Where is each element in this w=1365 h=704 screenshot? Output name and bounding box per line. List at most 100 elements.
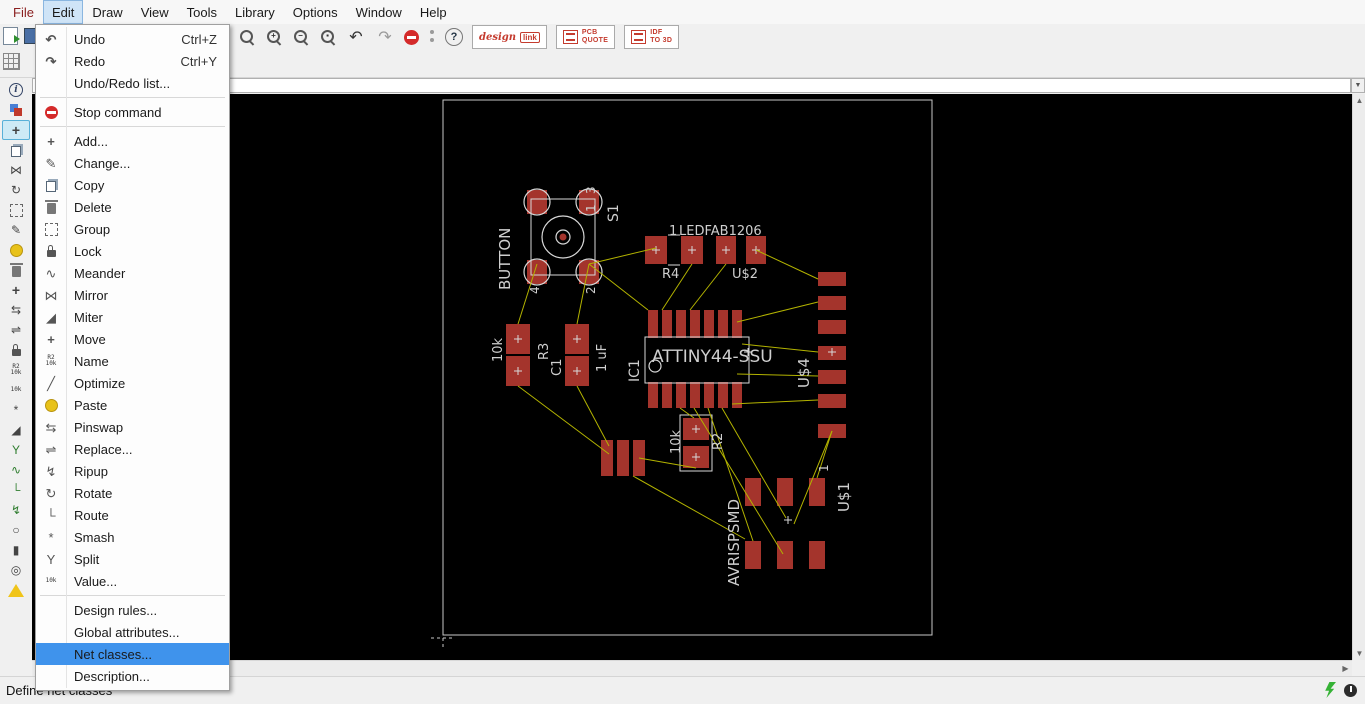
menubar-tools[interactable]: Tools xyxy=(178,0,226,24)
menu-item-mirror[interactable]: ⋈ Mirror xyxy=(36,284,229,306)
vertical-scrollbar[interactable]: ▲ ▼ xyxy=(1352,94,1365,660)
pcb-pad xyxy=(818,320,846,334)
menu-item-rotate[interactable]: ↻ Rotate xyxy=(36,482,229,504)
replace-tool[interactable]: ⇌ xyxy=(2,320,30,340)
redo-icon[interactable]: ↷ xyxy=(375,27,395,47)
menu-item-ripup[interactable]: ↯ Ripup xyxy=(36,460,229,482)
ripup-tool[interactable]: ↯ xyxy=(2,500,30,520)
menu-item-global-attributes[interactable]: Global attributes... xyxy=(36,621,229,643)
menu-item-label: Smash xyxy=(74,529,115,545)
pcb-quote-button-label-top: PCB xyxy=(581,29,598,36)
menubar-help[interactable]: Help xyxy=(411,0,456,24)
add-tool[interactable]: + xyxy=(2,280,30,300)
rotate-tool[interactable]: ↻ xyxy=(2,180,30,200)
scroll-right-icon[interactable]: ▶ xyxy=(1339,662,1352,675)
circle-tool[interactable]: ○ xyxy=(2,520,30,540)
menu-item-lock[interactable]: Lock xyxy=(36,240,229,262)
menubar-window[interactable]: Window xyxy=(347,0,411,24)
menu-icon-cell xyxy=(36,222,66,236)
move-tool[interactable]: + xyxy=(2,120,30,140)
pcb-label: U$1 xyxy=(835,482,853,512)
paste-tool[interactable] xyxy=(2,240,30,260)
more-dots-icon[interactable] xyxy=(428,29,436,45)
pcb-label: R2 xyxy=(711,433,726,450)
menu-item-move[interactable]: + Move xyxy=(36,328,229,350)
miter-tool[interactable]: ◢ xyxy=(2,420,30,440)
menu-item-optimize[interactable]: ╱ Optimize xyxy=(36,372,229,394)
split-tool[interactable]: Y xyxy=(2,440,30,460)
pcb-pad xyxy=(818,394,846,408)
scroll-down-icon[interactable]: ▼ xyxy=(1353,647,1365,660)
grid-icon[interactable] xyxy=(3,53,20,70)
scroll-up-icon[interactable]: ▲ xyxy=(1353,94,1365,107)
menubar-draw[interactable]: Draw xyxy=(83,0,131,24)
design-link-button-label-bottom: link xyxy=(520,31,540,43)
lock-tool[interactable] xyxy=(2,340,30,360)
stop-command-icon[interactable] xyxy=(404,29,419,45)
route-tool[interactable]: └ xyxy=(2,480,30,500)
rect-tool[interactable]: ▮ xyxy=(2,540,30,560)
menu-item-redo[interactable]: ↷ Redo Ctrl+Y xyxy=(36,50,229,72)
menu-item-stop-command[interactable]: Stop command xyxy=(36,101,229,123)
pcb-quote-button[interactable]: PCB QUOTE xyxy=(555,25,616,49)
pcb-pad xyxy=(690,382,700,408)
value-tool[interactable]: 10k xyxy=(2,380,30,400)
smash-tool[interactable]: * xyxy=(2,400,30,420)
ratsnest-line xyxy=(689,263,727,311)
menu-item-design-rules[interactable]: Design rules... xyxy=(36,599,229,621)
menu-item-replace[interactable]: ⇌ Replace... xyxy=(36,438,229,460)
menu-item-net-classes[interactable]: Net classes... xyxy=(36,643,229,665)
menu-item-paste[interactable]: Paste xyxy=(36,394,229,416)
export-board-icon[interactable] xyxy=(3,27,20,45)
help-icon[interactable]: ? xyxy=(445,28,463,46)
pcb-label: 1 xyxy=(584,204,598,212)
menu-item-change[interactable]: ✎ Change... xyxy=(36,152,229,174)
menu-item-name[interactable]: R2 10k Name xyxy=(36,350,229,372)
meander-tool[interactable]: ∿ xyxy=(2,460,30,480)
pcb-canvas[interactable]: 1 LEDFAB1206 R4 U$2 ATTINY44-SSU BUTTON S1 3 1 4 2… xyxy=(32,94,1352,660)
menu-item-description[interactable]: Description... xyxy=(36,665,229,687)
zoom-fit-icon[interactable] xyxy=(238,28,256,46)
delete-tool[interactable] xyxy=(2,260,30,280)
name-tool[interactable]: R2 10k xyxy=(2,360,30,380)
undo-icon[interactable]: ↶ xyxy=(346,27,366,47)
zoom-select-icon[interactable]: ▪ xyxy=(319,28,337,46)
menubar-library[interactable]: Library xyxy=(226,0,284,24)
zoom-in-icon[interactable]: + xyxy=(265,28,283,46)
combo-dropdown-arrow-icon[interactable]: ▼ xyxy=(1351,78,1365,93)
group-tool[interactable] xyxy=(2,200,30,220)
menu-icon-cell: ∿ xyxy=(36,265,66,281)
design-link-button[interactable]: design link xyxy=(472,25,547,49)
menu-item-route[interactable]: └ Route xyxy=(36,504,229,526)
menu-item-undo-redo-list[interactable]: Undo/Redo list... xyxy=(36,72,229,94)
info-tool-icon: i xyxy=(9,83,23,97)
menu-item-smash[interactable]: * Smash xyxy=(36,526,229,548)
menu-item-value[interactable]: 10k Value... xyxy=(36,570,229,592)
menu-item-meander[interactable]: ∿ Meander xyxy=(36,262,229,284)
menu-item-delete[interactable]: Delete xyxy=(36,196,229,218)
menu-item-pinswap[interactable]: ⇆ Pinswap xyxy=(36,416,229,438)
menu-item-copy[interactable]: Copy xyxy=(36,174,229,196)
ratsnest-warning[interactable] xyxy=(2,580,30,600)
menu-item-undo[interactable]: ↶ Undo Ctrl+Z xyxy=(36,28,229,50)
via-tool[interactable]: ◎ xyxy=(2,560,30,580)
copy-tool[interactable] xyxy=(2,140,30,160)
pinswap-tool[interactable]: ⇆ xyxy=(2,300,30,320)
change-tool[interactable]: ✎ xyxy=(2,220,30,240)
menu-item-group[interactable]: Group xyxy=(36,218,229,240)
menubar-options[interactable]: Options xyxy=(284,0,347,24)
menu-item-add[interactable]: + Add... xyxy=(36,130,229,152)
menu-item-miter[interactable]: ◢ Miter xyxy=(36,306,229,328)
pcb-label: IC1 xyxy=(627,359,643,382)
info-tool[interactable]: i xyxy=(2,80,30,100)
menubar-view[interactable]: View xyxy=(132,0,178,24)
mirror-tool[interactable]: ⋈ xyxy=(2,160,30,180)
idf-to-3d-button[interactable]: IDF TO 3D xyxy=(624,25,680,49)
horizontal-scrollbar[interactable]: ◀ ▶ xyxy=(32,660,1352,676)
zoom-out-icon[interactable]: − xyxy=(292,28,310,46)
menubar-file[interactable]: File xyxy=(4,0,43,24)
menu-item-split[interactable]: Y Split xyxy=(36,548,229,570)
menubar-edit[interactable]: Edit xyxy=(42,0,84,24)
display-tool[interactable] xyxy=(2,100,30,120)
name-tool-icon: R2 10k xyxy=(10,363,22,376)
